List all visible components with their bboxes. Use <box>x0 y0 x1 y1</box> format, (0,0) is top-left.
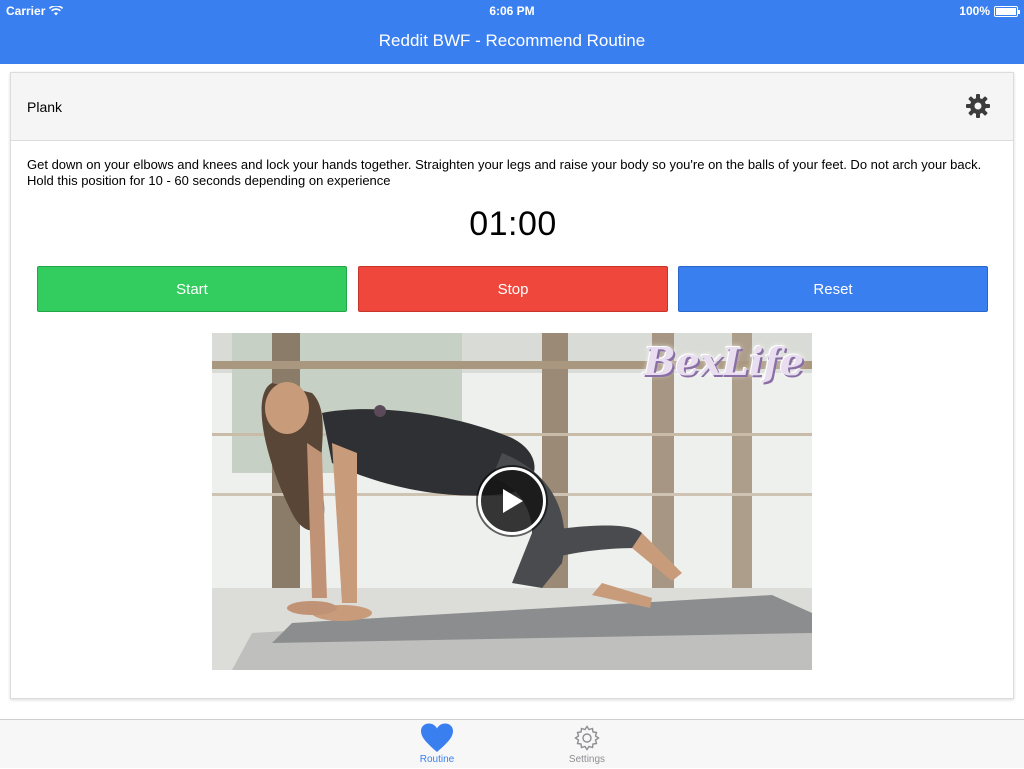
exercise-description: Get down on your elbows and knees and lo… <box>27 157 982 188</box>
heart-icon <box>421 723 453 752</box>
exercise-settings-button[interactable] <box>963 91 993 121</box>
tab-bar: Routine Settings <box>0 719 1024 768</box>
page-title: Reddit BWF - Recommend Routine <box>378 31 646 50</box>
tab-routine[interactable]: Routine <box>397 720 477 769</box>
tab-settings[interactable]: Settings <box>547 720 627 769</box>
timer-display: 01:00 <box>469 205 557 243</box>
battery-indicator: 100% <box>959 4 1020 18</box>
status-bar: Carrier 6:06 PM 100% <box>0 0 1024 22</box>
tab-settings-icon <box>574 720 600 754</box>
status-time: 6:06 PM <box>489 4 535 18</box>
stop-button[interactable]: Stop <box>358 266 668 312</box>
exercise-header: Plank <box>11 73 1013 141</box>
play-button[interactable] <box>478 467 546 535</box>
exercise-card: Plank Get down on your elbows and knees … <box>10 72 1014 699</box>
exercise-video[interactable]: BexLife <box>212 333 812 670</box>
battery-icon <box>994 5 1020 17</box>
start-button[interactable]: Start <box>37 266 347 312</box>
play-icon <box>503 489 523 513</box>
navigation-bar: Carrier 6:06 PM 100% Reddit BWF - Recomm… <box>0 0 1024 64</box>
reset-button[interactable]: Reset <box>678 266 988 312</box>
video-watermark: BexLife <box>643 339 804 384</box>
tab-routine-icon <box>420 720 454 754</box>
gear-icon <box>574 725 600 751</box>
battery-percent: 100% <box>959 4 990 18</box>
exercise-title: Plank <box>27 99 63 115</box>
tab-settings-label: Settings <box>568 754 606 765</box>
tab-routine-label: Routine <box>419 754 455 765</box>
gear-icon <box>966 94 990 118</box>
